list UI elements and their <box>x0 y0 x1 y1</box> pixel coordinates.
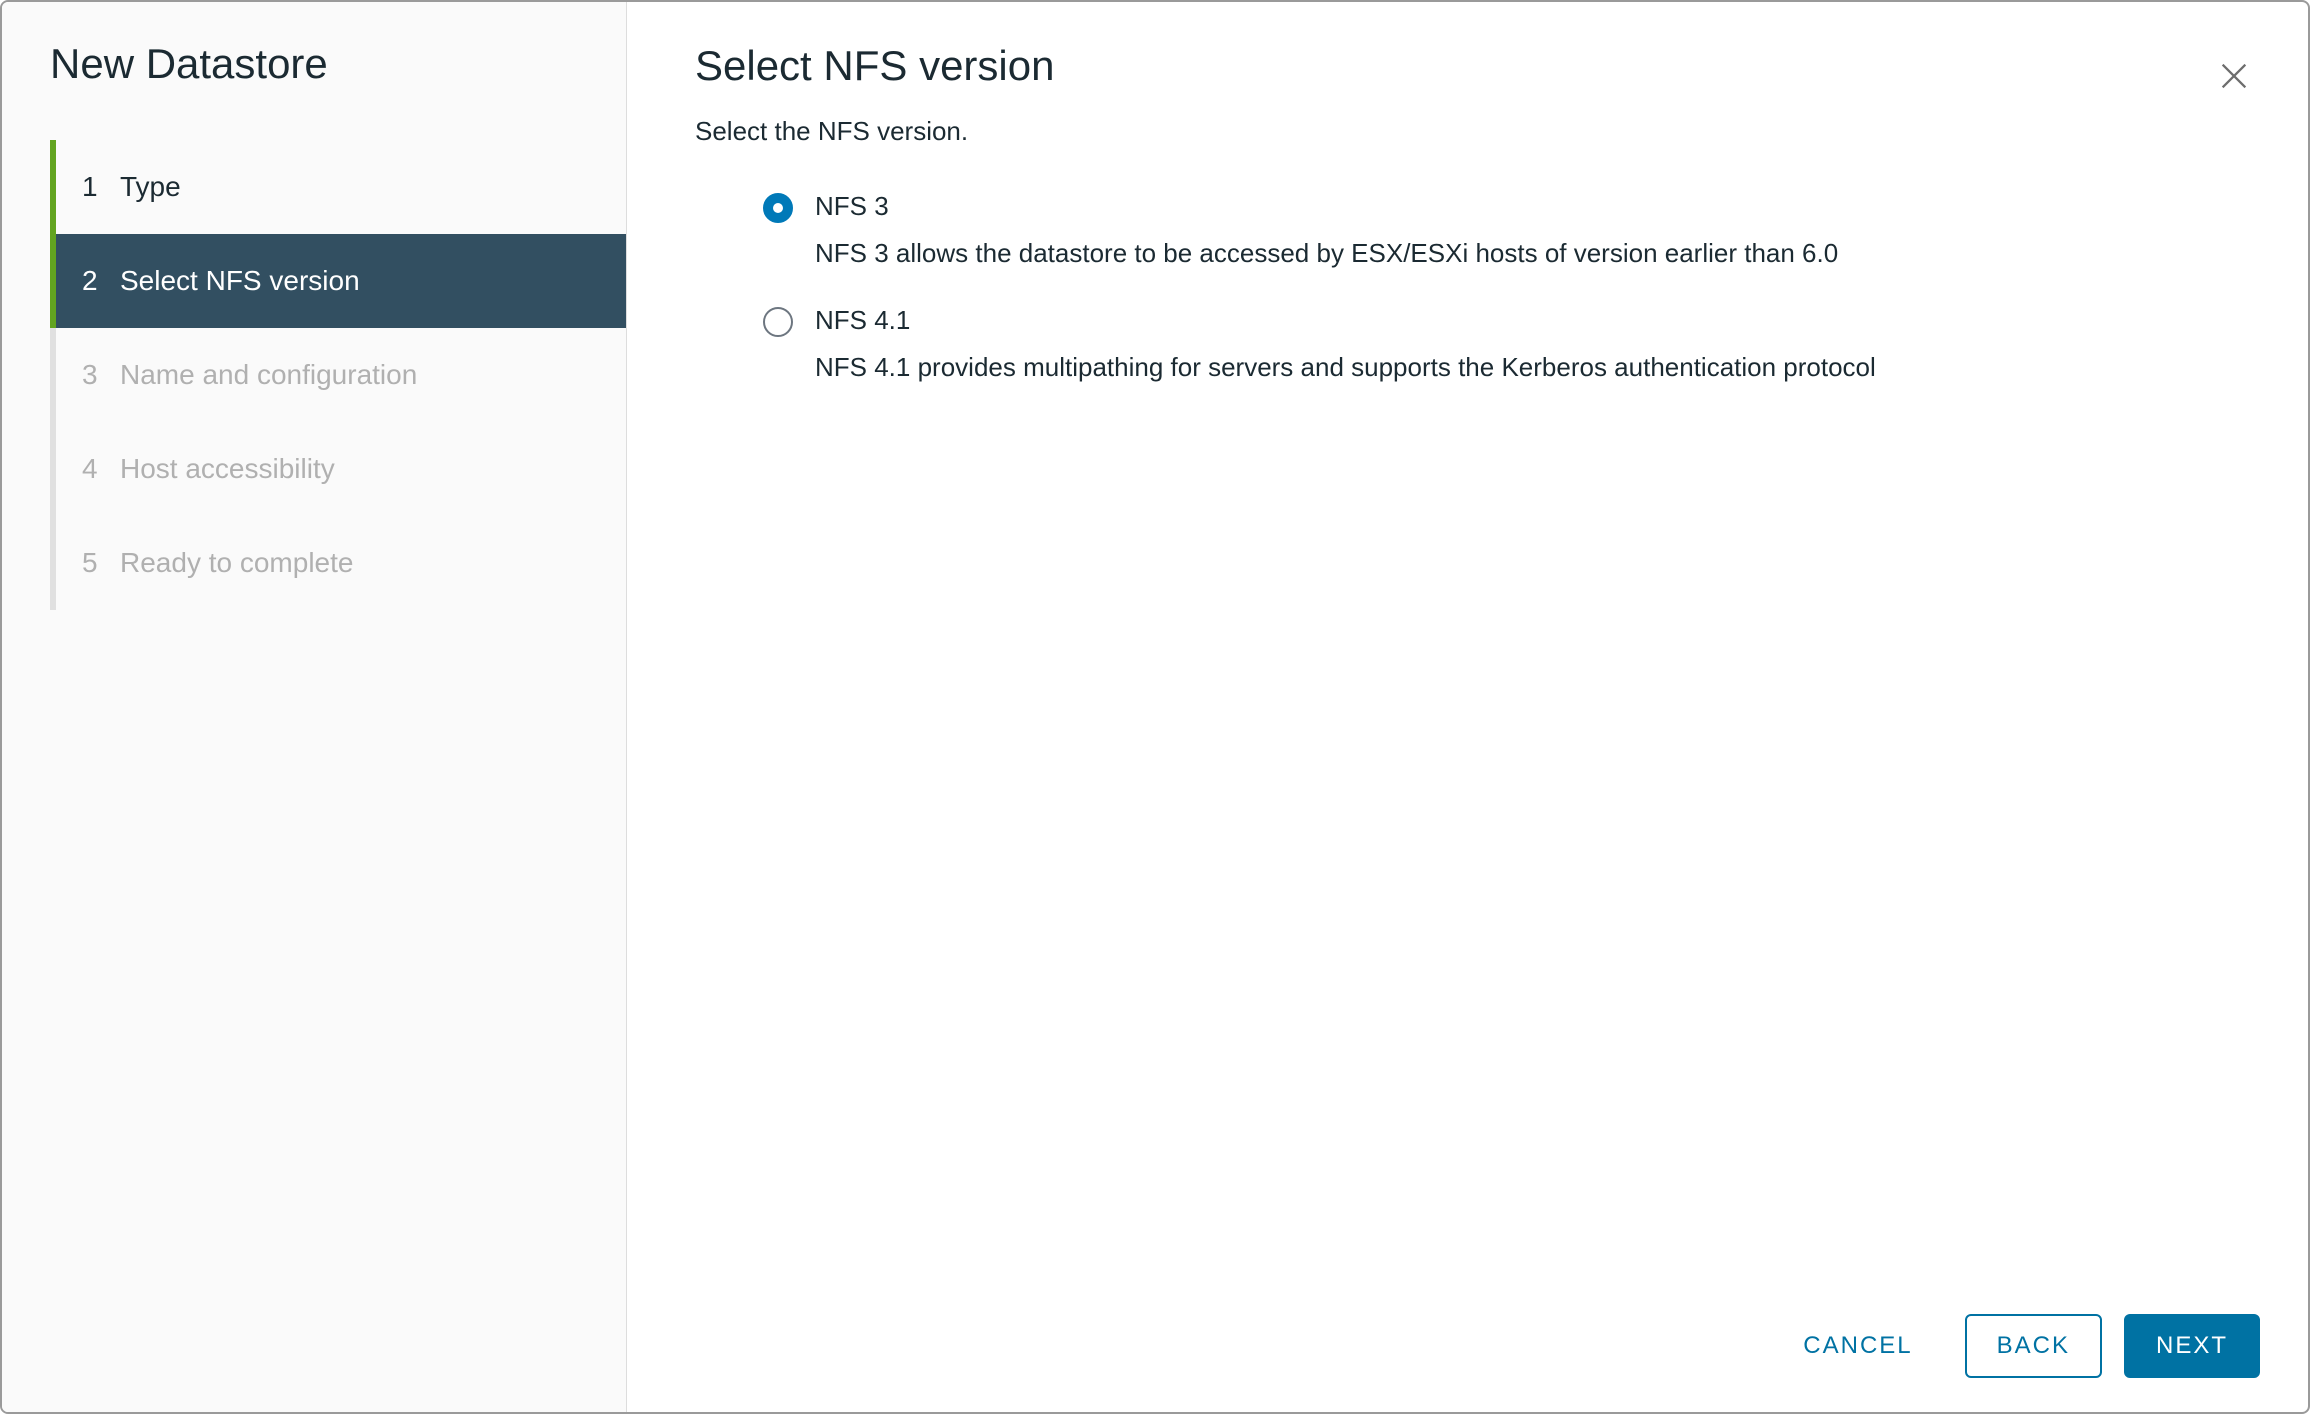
wizard-title: New Datastore <box>2 40 626 140</box>
close-button[interactable] <box>2214 56 2254 96</box>
option-body: NFS 4.1 NFS 4.1 provides multipathing fo… <box>815 305 2172 383</box>
step-indicator-bar <box>50 422 56 516</box>
wizard-step-select-nfs-version[interactable]: 2 Select NFS version <box>50 234 626 328</box>
cancel-button[interactable]: CANCEL <box>1773 1314 1942 1378</box>
step-number: 1 <box>82 171 120 203</box>
option-title[interactable]: NFS 3 <box>815 191 2172 222</box>
step-label: Select NFS version <box>120 265 360 297</box>
nfs-version-options: NFS 3 NFS 3 allows the datastore to be a… <box>695 191 2240 383</box>
step-number: 5 <box>82 547 120 579</box>
step-label: Host accessibility <box>120 453 335 485</box>
option-nfs41: NFS 4.1 NFS 4.1 provides multipathing fo… <box>763 305 2172 383</box>
step-number: 4 <box>82 453 120 485</box>
step-number: 2 <box>82 265 120 297</box>
radio-nfs41[interactable] <box>763 307 793 337</box>
option-title[interactable]: NFS 4.1 <box>815 305 2172 336</box>
option-body: NFS 3 NFS 3 allows the datastore to be a… <box>815 191 2172 269</box>
option-description: NFS 3 allows the datastore to be accesse… <box>815 238 2172 269</box>
step-number: 3 <box>82 359 120 391</box>
wizard-footer: CANCEL BACK NEXT <box>627 1280 2308 1412</box>
page-title: Select NFS version <box>695 42 2240 90</box>
new-datastore-dialog: New Datastore 1 Type 2 Select NFS versio… <box>0 0 2310 1414</box>
step-label: Type <box>120 171 181 203</box>
wizard-step-ready-complete: 5 Ready to complete <box>50 516 626 610</box>
radio-nfs3[interactable] <box>763 193 793 223</box>
step-indicator-bar <box>50 328 56 422</box>
back-button[interactable]: BACK <box>1965 1314 2102 1378</box>
wizard-sidebar: New Datastore 1 Type 2 Select NFS versio… <box>2 2 627 1412</box>
page-subtitle: Select the NFS version. <box>695 116 2240 147</box>
step-indicator-bar <box>50 516 56 610</box>
step-indicator-bar <box>50 234 56 328</box>
wizard-content: Select NFS version Select the NFS versio… <box>627 2 2308 1412</box>
option-nfs3: NFS 3 NFS 3 allows the datastore to be a… <box>763 191 2172 269</box>
step-label: Ready to complete <box>120 547 353 579</box>
next-button[interactable]: NEXT <box>2124 1314 2260 1378</box>
wizard-step-type[interactable]: 1 Type <box>50 140 626 234</box>
wizard-step-host-accessibility: 4 Host accessibility <box>50 422 626 516</box>
wizard-steps: 1 Type 2 Select NFS version 3 Name and c… <box>2 140 626 610</box>
step-indicator-bar <box>50 140 56 234</box>
wizard-step-name-configuration: 3 Name and configuration <box>50 328 626 422</box>
close-icon <box>2217 59 2251 93</box>
option-description: NFS 4.1 provides multipathing for server… <box>815 352 2172 383</box>
content-header: Select NFS version Select the NFS versio… <box>627 2 2308 419</box>
step-label: Name and configuration <box>120 359 417 391</box>
